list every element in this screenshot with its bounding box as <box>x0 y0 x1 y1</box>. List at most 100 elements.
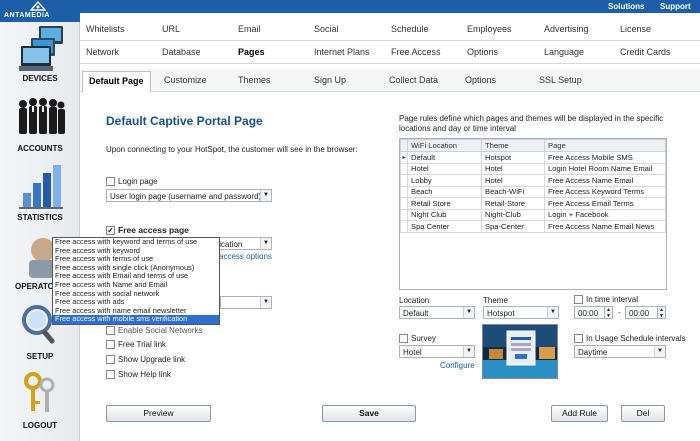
free-access-checkbox[interactable] <box>106 226 115 236</box>
tab-internet-plans[interactable]: Internet Plans <box>314 47 370 57</box>
time-interval-row[interactable]: In time interval <box>574 295 638 305</box>
dropdown-option-selected[interactable]: Free access with mobile sms verification <box>53 315 219 324</box>
tab-themes[interactable]: Themes <box>238 75 271 85</box>
tab-language[interactable]: Language <box>544 47 584 57</box>
survey-row[interactable]: Survey <box>399 334 436 344</box>
solutions-link[interactable]: Solutions <box>608 2 644 11</box>
free-access-options-link[interactable]: access options <box>219 252 272 261</box>
dropdown-option[interactable]: Free access with ads <box>53 298 219 307</box>
tab-license[interactable]: License <box>620 24 651 34</box>
table-header-row: WiFi Location Theme Page <box>400 139 666 152</box>
tab-sign-up[interactable]: Sign Up <box>314 75 346 85</box>
tab-free-access[interactable]: Free Access <box>391 47 441 57</box>
tab-row-2: Network Database Pages Internet Plans Fr… <box>80 41 700 64</box>
dropdown-option[interactable]: Free access with keyword and terms of us… <box>53 238 219 247</box>
time-from-spinner[interactable]: ▲ ▼ <box>604 306 613 319</box>
chevron-down-icon: ▼ <box>260 238 271 249</box>
column-header[interactable]: WiFi Location <box>407 139 482 152</box>
free-trial-checkbox[interactable] <box>106 340 115 350</box>
enable-social-checkbox[interactable] <box>106 326 115 336</box>
chevron-down-icon: ▼ <box>463 346 474 357</box>
dropdown-option[interactable]: Free access with name email newsletter <box>53 307 219 316</box>
chevron-down-icon: ▼ <box>654 346 665 357</box>
dropdown-option[interactable]: Free access with social network <box>53 290 219 299</box>
dropdown-option[interactable]: Free access with Email and terms of use <box>53 272 219 281</box>
page-rules-table[interactable]: WiFi Location Theme Page ▸ Default Hotspo… <box>399 138 667 290</box>
login-page-select[interactable]: User login page (username and password) … <box>106 189 272 202</box>
sidebar-item-statistics[interactable]: STATISTICS <box>0 163 80 222</box>
tab-url[interactable]: URL <box>162 24 180 34</box>
enable-social-row[interactable]: Enable Social Networks <box>106 326 202 336</box>
time-interval-checkbox[interactable] <box>574 295 583 305</box>
tab-ssl-setup[interactable]: SSL Setup <box>539 75 582 85</box>
preview-button[interactable]: Preview <box>106 405 211 422</box>
help-row[interactable]: Show Help link <box>106 370 171 380</box>
devices-icon <box>15 24 65 72</box>
usage-schedule-select[interactable]: Daytime ▼ <box>574 345 666 358</box>
tab-options-sub[interactable]: Options <box>465 75 496 85</box>
table-row[interactable]: Hotel Hotel Login Hotel Room Name Email <box>400 162 666 175</box>
tab-schedule[interactable]: Schedule <box>391 24 429 34</box>
chevron-down-icon: ▼ <box>463 307 474 318</box>
tab-row-1: Whitelists URL Email Social Schedule Emp… <box>80 18 700 41</box>
table-row[interactable]: Retail Store Retail-Store Free Access Emai… <box>400 197 666 210</box>
tab-email[interactable]: Email <box>238 24 261 34</box>
support-link[interactable]: Support <box>660 2 691 11</box>
free-access-dropdown-list[interactable]: Free access with keyword and terms of us… <box>52 237 220 325</box>
logo-icon <box>30 1 46 11</box>
sidebar-item-devices[interactable]: DEVICES <box>0 24 80 83</box>
save-button[interactable]: Save <box>322 405 416 422</box>
dropdown-option[interactable]: Free access with Name and Email <box>53 281 219 290</box>
tab-network[interactable]: Network <box>86 47 119 57</box>
location-select[interactable]: Default ▼ <box>399 306 475 319</box>
top-bar: Solutions Support <box>0 0 700 13</box>
survey-select[interactable]: Hotel ▼ <box>399 345 475 358</box>
table-row[interactable]: Lobby Hotel Free Access Name Email <box>400 174 666 187</box>
column-header[interactable]: Page <box>544 139 666 152</box>
hidden-select[interactable]: ▼ <box>220 296 272 309</box>
theme-select[interactable]: Hotspot ▼ <box>483 306 559 319</box>
usage-schedule-checkbox[interactable] <box>574 334 583 344</box>
dropdown-option[interactable]: Free access with terms of use <box>53 255 219 264</box>
chevron-down-icon: ▼ <box>260 297 271 308</box>
statistics-icon <box>15 163 65 211</box>
tab-collect-data[interactable]: Collect Data <box>389 75 438 85</box>
login-page-checkbox-row[interactable]: Login page <box>106 177 158 187</box>
tab-whitelists[interactable]: Whitelists <box>86 24 125 34</box>
usage-schedule-row[interactable]: In Usage Schedule intervals <box>574 334 686 344</box>
tab-social[interactable]: Social <box>314 24 339 34</box>
time-to-spinner[interactable]: ▲ ▼ <box>657 306 666 319</box>
accounts-icon <box>15 94 65 142</box>
dropdown-option[interactable]: Free access with keyword <box>53 247 219 256</box>
add-rule-button[interactable]: Add Rule <box>551 405 608 422</box>
table-row[interactable]: Spa Center Spa-Center Free Access Name Ema… <box>400 220 666 233</box>
chevron-down-icon: ▼ <box>260 190 271 201</box>
tab-customize[interactable]: Customize <box>164 75 207 85</box>
column-header[interactable]: Theme <box>481 139 545 152</box>
tab-options[interactable]: Options <box>467 47 498 57</box>
free-access-checkbox-row[interactable]: Free access page <box>106 225 189 236</box>
dropdown-option[interactable]: Free access with single click (Anonymous… <box>53 264 219 273</box>
login-page-checkbox[interactable] <box>106 177 115 187</box>
tab-employees[interactable]: Employees <box>467 24 512 34</box>
sidebar: ANTAMEDIA DEVICES ACCOUNTS STATISTICS OP… <box>0 0 80 441</box>
sidebar-item-accounts[interactable]: ACCOUNTS <box>0 94 80 153</box>
tab-credit-cards[interactable]: Credit Cards <box>620 47 671 57</box>
table-row[interactable]: Beach Beach-WiFi Free Access Keyword Terms <box>400 185 666 198</box>
upgrade-row[interactable]: Show Upgrade link <box>106 355 185 365</box>
free-trial-row[interactable]: Free Trial link <box>106 340 166 350</box>
upgrade-checkbox[interactable] <box>106 355 115 365</box>
survey-checkbox[interactable] <box>399 334 408 344</box>
tab-pages[interactable]: Pages <box>238 47 265 57</box>
table-row[interactable]: ▸ Default Hotspot Free Access Mobile SMS <box>400 151 666 164</box>
sidebar-item-logout[interactable]: LOGOUT <box>0 371 80 430</box>
del-button[interactable]: Del <box>621 405 665 422</box>
configure-link[interactable]: Configure <box>440 361 475 370</box>
tab-default-page[interactable]: Default Page <box>82 71 151 92</box>
theme-label: Theme <box>483 296 508 305</box>
tab-advertising[interactable]: Advertising <box>544 24 589 34</box>
tab-database[interactable]: Database <box>162 47 201 57</box>
table-row[interactable]: Night Club Night-Club Login + Facebook <box>400 208 666 221</box>
help-checkbox[interactable] <box>106 370 115 380</box>
chevron-down-icon: ▼ <box>547 307 558 318</box>
